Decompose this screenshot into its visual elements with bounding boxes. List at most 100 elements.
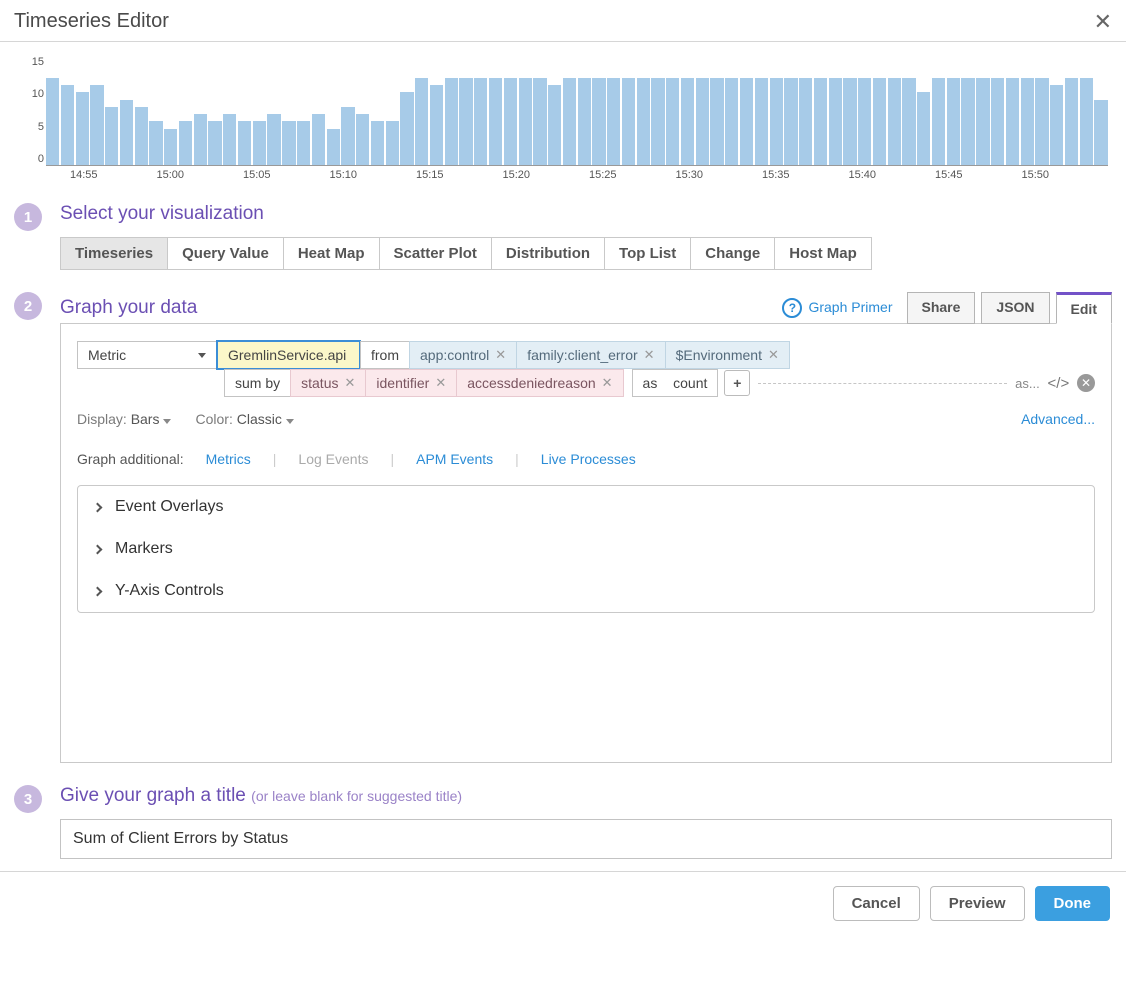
subtab-edit[interactable]: Edit: [1056, 292, 1112, 324]
chart-bar: [179, 121, 192, 165]
chart-bar: [1050, 85, 1063, 165]
tag-remove-icon[interactable]: ✕: [344, 375, 355, 391]
chart-bar: [474, 78, 487, 165]
accordion-y-axis-controls[interactable]: Y-Axis Controls: [78, 570, 1094, 612]
separator: |: [390, 451, 394, 467]
step-3-title-hint: (or leave blank for suggested title): [251, 788, 462, 804]
additional-metrics[interactable]: Metrics: [206, 451, 251, 467]
chart-bar: [710, 78, 723, 165]
color-label: Color:: [195, 411, 232, 427]
chart-bar: [105, 107, 118, 165]
additional-log-events: Log Events: [298, 451, 368, 467]
additional-apm-events[interactable]: APM Events: [416, 451, 493, 467]
viz-tab-top-list[interactable]: Top List: [604, 237, 691, 270]
done-button[interactable]: Done: [1035, 886, 1111, 921]
tag-remove-icon[interactable]: ✕: [602, 375, 613, 391]
code-icon[interactable]: </>: [1048, 375, 1070, 392]
chart-bar: [976, 78, 989, 165]
chart-bar: [725, 78, 738, 165]
from-tag[interactable]: app:control ✕: [409, 341, 517, 369]
chart-bar: [548, 85, 561, 165]
chart-bar: [223, 114, 236, 165]
from-tag[interactable]: family:client_error ✕: [516, 341, 665, 369]
preview-button[interactable]: Preview: [930, 886, 1025, 921]
x-tick: 15:15: [416, 169, 503, 181]
chart-bar: [489, 78, 502, 165]
chart-bar: [430, 85, 443, 165]
display-label: Display:: [77, 411, 127, 427]
chart-bar: [858, 78, 871, 165]
viz-tab-host-map[interactable]: Host Map: [774, 237, 872, 270]
chart-bar: [149, 121, 162, 165]
chart-bar: [770, 78, 783, 165]
chart-bar: [666, 78, 679, 165]
source-select[interactable]: Metric: [77, 341, 217, 369]
chart-bar: [592, 78, 605, 165]
x-tick: 14:55: [70, 169, 157, 181]
remove-query-icon[interactable]: ✕: [1077, 374, 1095, 392]
x-tick: 15:40: [849, 169, 936, 181]
add-query-button[interactable]: +: [724, 370, 750, 396]
separator: |: [515, 451, 519, 467]
subtab-json[interactable]: JSON: [981, 292, 1049, 324]
graph-primer-link[interactable]: Graph Primer: [782, 298, 892, 318]
chevron-down-icon: [198, 353, 206, 358]
step-3-title-main: Give your graph a title: [60, 785, 246, 806]
viz-tab-timeseries[interactable]: Timeseries: [60, 237, 168, 270]
chart-bar: [784, 78, 797, 165]
tag-remove-icon[interactable]: ✕: [495, 347, 506, 363]
chart-bar: [267, 114, 280, 165]
chart-bar: [829, 78, 842, 165]
accordion-markers[interactable]: Markers: [78, 528, 1094, 570]
chart-bar: [61, 85, 74, 165]
tag-remove-icon[interactable]: ✕: [644, 347, 655, 363]
color-value: Classic: [237, 411, 282, 427]
x-tick: 15:35: [762, 169, 849, 181]
chart-bar: [504, 78, 517, 165]
chart-bar: [327, 129, 340, 165]
alias-label[interactable]: as...: [1015, 376, 1040, 391]
tag-remove-icon[interactable]: ✕: [435, 375, 446, 391]
tag-remove-icon[interactable]: ✕: [768, 347, 779, 363]
sumby-tag[interactable]: identifier ✕: [365, 369, 457, 397]
display-select[interactable]: Bars: [131, 411, 172, 427]
chart-bar: [755, 78, 768, 165]
as-value: count: [673, 375, 707, 391]
chart-bar: [681, 78, 694, 165]
chart-bar: [533, 78, 546, 165]
metric-input[interactable]: GremlinService.api: [216, 340, 361, 370]
viz-tab-query-value[interactable]: Query Value: [167, 237, 284, 270]
x-tick: 15:25: [589, 169, 676, 181]
advanced-link[interactable]: Advanced...: [1021, 411, 1095, 427]
graph-additional-label: Graph additional:: [77, 451, 184, 467]
chart-bar: [400, 92, 413, 165]
graph-title-input[interactable]: [60, 819, 1112, 859]
chevron-right-icon: [93, 544, 103, 554]
step-3-badge: 3: [14, 785, 42, 813]
additional-live-processes[interactable]: Live Processes: [541, 451, 636, 467]
chart-bar: [888, 78, 901, 165]
y-tick: 15: [22, 56, 44, 68]
chart-bar: [164, 129, 177, 165]
subtab-share[interactable]: Share: [907, 292, 976, 324]
viz-tab-distribution[interactable]: Distribution: [491, 237, 605, 270]
chart-bar: [208, 121, 221, 165]
from-tag[interactable]: $Environment ✕: [665, 341, 790, 369]
chart-bar: [297, 121, 310, 165]
chart-bar: [120, 100, 133, 165]
viz-tab-heat-map[interactable]: Heat Map: [283, 237, 380, 270]
viz-tab-change[interactable]: Change: [690, 237, 775, 270]
close-icon[interactable]: ✕: [1094, 11, 1112, 33]
step-2-title: Graph your data: [60, 297, 197, 319]
chart-bar: [932, 78, 945, 165]
x-tick: 15:50: [1022, 169, 1109, 181]
color-select[interactable]: Classic: [237, 411, 294, 427]
chart-bar: [578, 78, 591, 165]
chart-bar: [607, 78, 620, 165]
tag-label: status: [301, 375, 338, 391]
viz-tab-scatter-plot[interactable]: Scatter Plot: [379, 237, 492, 270]
accordion-event-overlays[interactable]: Event Overlays: [78, 486, 1094, 528]
sumby-tag[interactable]: accessdeniedreason ✕: [456, 369, 623, 397]
sumby-tag[interactable]: status ✕: [290, 369, 366, 397]
cancel-button[interactable]: Cancel: [833, 886, 920, 921]
